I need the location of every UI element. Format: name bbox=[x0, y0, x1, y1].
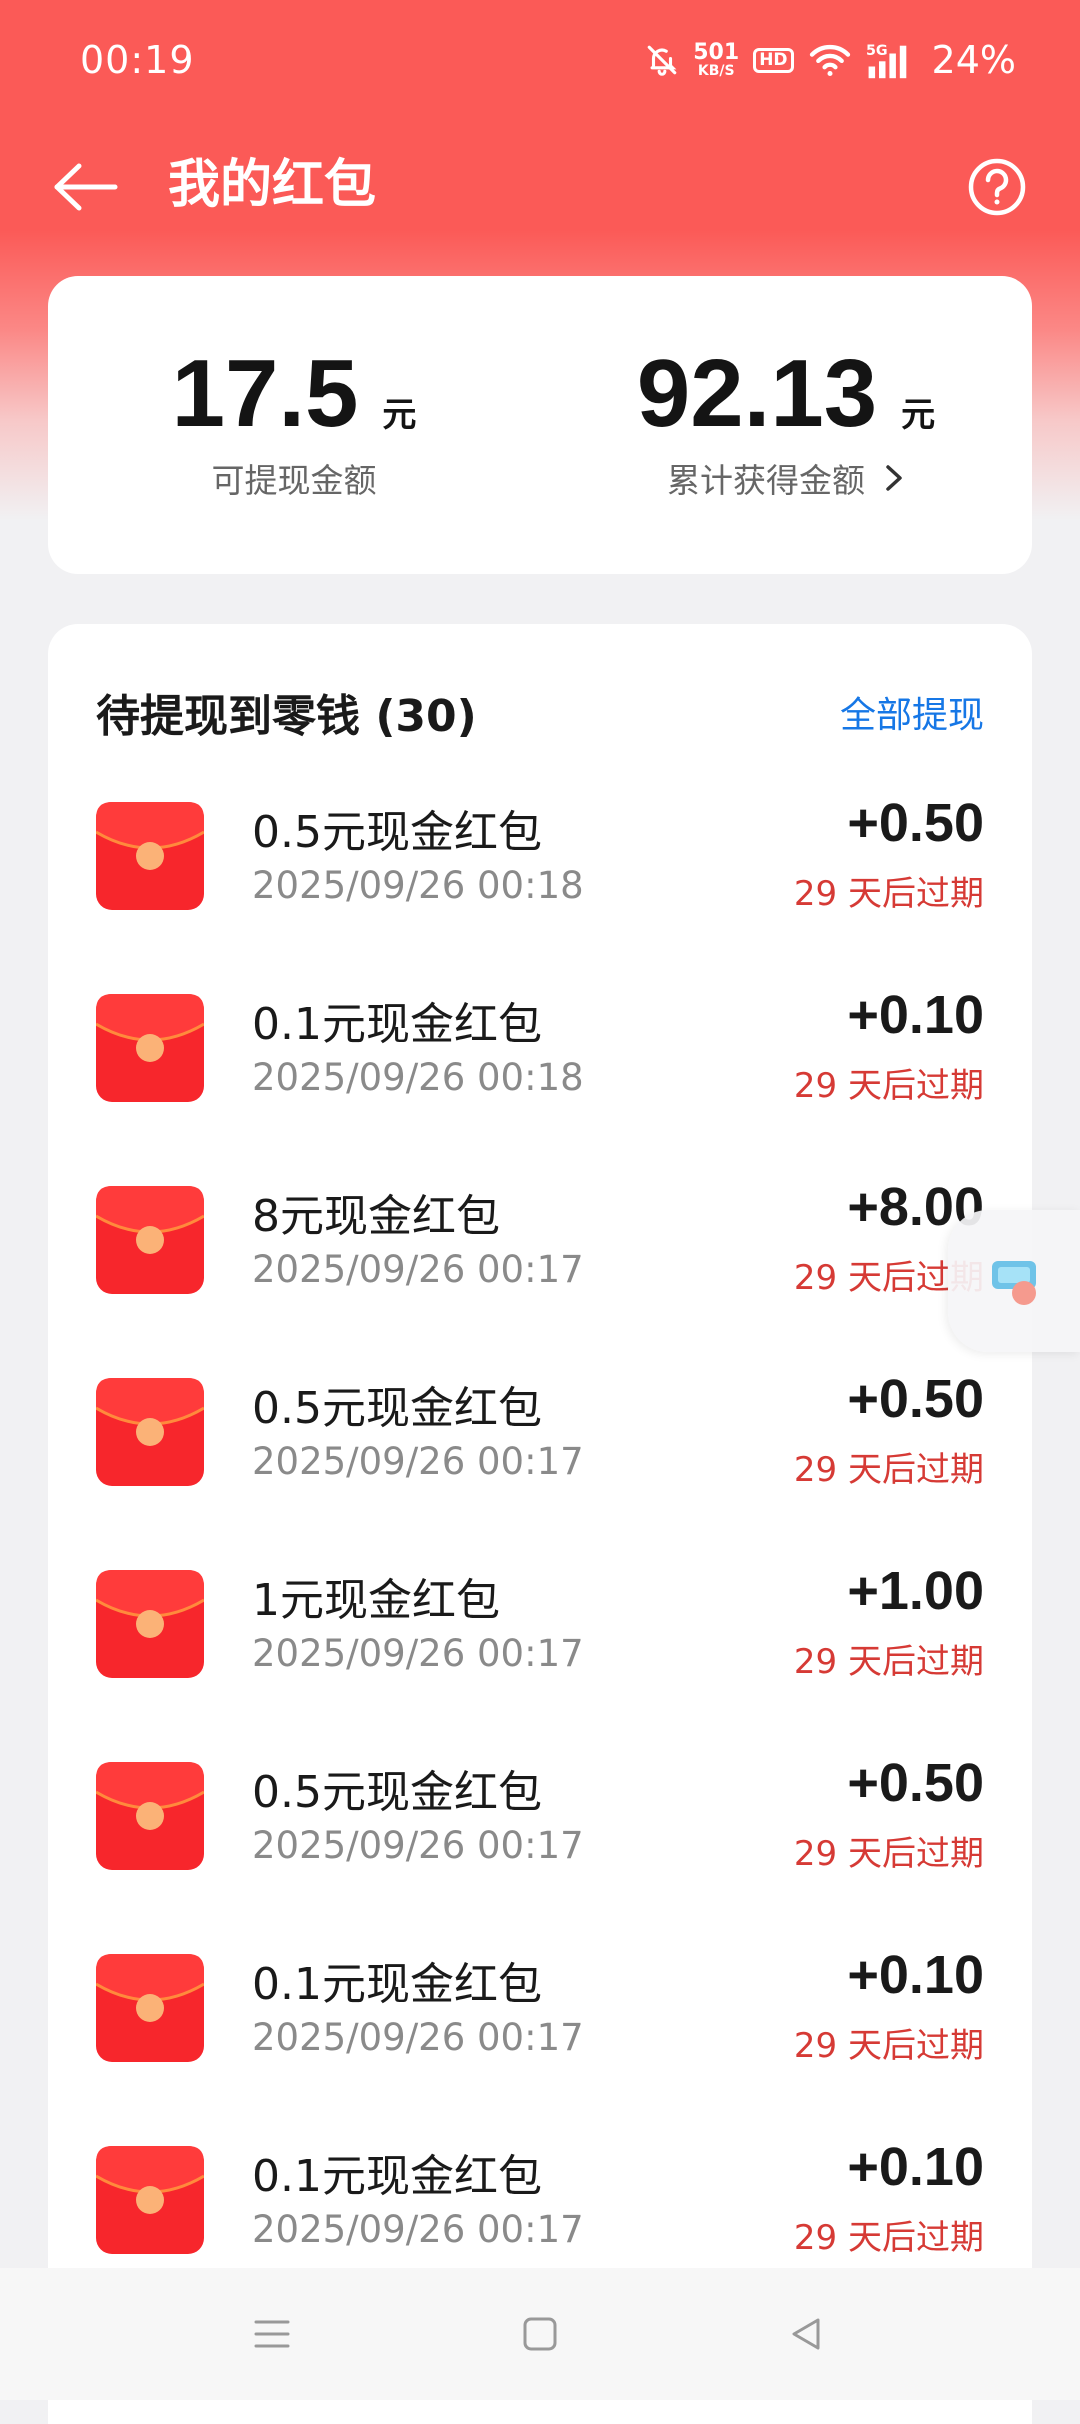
nav-back-button[interactable] bbox=[776, 2304, 836, 2364]
status-bar: 00:19 501 KB/S HD 5G 24% bbox=[0, 0, 1080, 120]
item-time: 2025/09/26 00:17 bbox=[252, 2016, 584, 2059]
status-time: 00:19 bbox=[80, 38, 195, 82]
total-earned[interactable]: 92.13 元 累计获得金额 bbox=[540, 346, 1032, 502]
item-expiry: 29 天后过期 bbox=[793, 1642, 984, 1682]
red-packet-item[interactable]: 0.5元现金红包 2025/09/26 00:17 +0.50 29 天后过期 bbox=[48, 1744, 1032, 1936]
item-time: 2025/09/26 00:17 bbox=[252, 1632, 584, 1675]
battery-level: 24% bbox=[931, 38, 1016, 82]
back-button[interactable] bbox=[46, 152, 126, 222]
red-packet-item[interactable]: 0.1元现金红包 2025/09/26 00:18 +0.10 29 天后过期 bbox=[48, 976, 1032, 1168]
red-packet-item[interactable]: 0.1元现金红包 2025/09/26 00:17 +0.10 29 天后过期 bbox=[48, 1936, 1032, 2128]
item-title: 0.1元现金红包 bbox=[252, 999, 542, 1050]
item-amount: +1.00 bbox=[847, 1561, 984, 1621]
item-title: 0.5元现金红包 bbox=[252, 807, 542, 858]
signal-icon: 5G bbox=[866, 40, 918, 80]
total-earned-unit: 元 bbox=[901, 395, 936, 435]
item-amount: +0.50 bbox=[847, 1369, 984, 1429]
floating-assistant-button[interactable] bbox=[948, 1210, 1080, 1352]
pending-list-card: 待提现到零钱 (30) 全部提现 0.5元现金红包 2025/09/26 00:… bbox=[48, 624, 1032, 2424]
red-packet-item[interactable]: 0.5元现金红包 2025/09/26 00:17 +0.50 29 天后过期 bbox=[48, 1360, 1032, 1552]
total-earned-label: 累计获得金额 bbox=[667, 461, 865, 500]
total-earned-value: 92.13 bbox=[636, 340, 878, 447]
item-amount: +0.50 bbox=[847, 793, 984, 853]
item-amount: +0.50 bbox=[847, 1753, 984, 1813]
item-time: 2025/09/26 00:17 bbox=[252, 1248, 584, 1291]
arrow-left-icon bbox=[54, 163, 118, 211]
red-envelope-icon bbox=[96, 1762, 204, 1870]
red-envelope-icon bbox=[96, 2146, 204, 2254]
item-time: 2025/09/26 00:18 bbox=[252, 864, 584, 907]
assistant-icon bbox=[992, 1261, 1036, 1305]
item-time: 2025/09/26 00:17 bbox=[252, 1824, 584, 1867]
withdraw-all-button[interactable]: 全部提现 bbox=[840, 686, 984, 738]
bell-muted-icon bbox=[645, 43, 679, 77]
question-circle-icon bbox=[968, 158, 1026, 216]
item-title: 0.1元现金红包 bbox=[252, 2151, 542, 2202]
item-title: 1元现金红包 bbox=[252, 1575, 500, 1626]
red-packet-item[interactable]: 1元现金红包 2025/09/26 00:17 +1.00 29 天后过期 bbox=[48, 1552, 1032, 1744]
red-envelope-icon bbox=[96, 994, 204, 1102]
item-amount: +0.10 bbox=[847, 1945, 984, 2005]
app-header: 我的红包 bbox=[0, 130, 1080, 240]
pending-list: 0.5元现金红包 2025/09/26 00:18 +0.50 29 天后过期 … bbox=[48, 784, 1032, 2320]
total-earned-link[interactable]: 累计获得金额 bbox=[540, 454, 1032, 502]
system-nav-bar bbox=[0, 2268, 1080, 2400]
red-envelope-icon bbox=[96, 1186, 204, 1294]
item-title: 0.5元现金红包 bbox=[252, 1383, 542, 1434]
nav-home-button[interactable] bbox=[510, 2304, 570, 2364]
red-packet-item[interactable]: 0.5元现金红包 2025/09/26 00:18 +0.50 29 天后过期 bbox=[48, 784, 1032, 976]
item-expiry: 29 天后过期 bbox=[793, 2218, 984, 2258]
item-time: 2025/09/26 00:18 bbox=[252, 1056, 584, 1099]
help-button[interactable] bbox=[962, 152, 1032, 222]
item-expiry: 29 天后过期 bbox=[793, 2026, 984, 2066]
chevron-right-icon bbox=[886, 465, 902, 491]
red-packet-item[interactable]: 8元现金红包 2025/09/26 00:17 +8.00 29 天后过期 bbox=[48, 1168, 1032, 1360]
withdrawable-label: 可提现金额 bbox=[211, 461, 377, 500]
item-expiry: 29 天后过期 bbox=[793, 1066, 984, 1106]
withdrawable-value: 17.5 bbox=[171, 340, 359, 447]
red-envelope-icon bbox=[96, 802, 204, 910]
item-title: 0.1元现金红包 bbox=[252, 1959, 542, 2010]
network-speed: 501 KB/S bbox=[693, 40, 740, 79]
red-envelope-icon bbox=[96, 1570, 204, 1678]
network-type-label: 5G bbox=[866, 43, 888, 59]
withdrawable-amount: 17.5 元 可提现金额 bbox=[48, 346, 540, 502]
back-triangle-icon bbox=[792, 2318, 820, 2350]
item-time: 2025/09/26 00:17 bbox=[252, 2208, 584, 2251]
wifi-icon bbox=[808, 42, 852, 78]
item-expiry: 29 天后过期 bbox=[793, 1450, 984, 1490]
nav-menu-button[interactable] bbox=[242, 2304, 302, 2364]
home-square-icon bbox=[523, 2317, 557, 2351]
red-envelope-icon bbox=[96, 1954, 204, 2062]
balance-summary-card: 17.5 元 可提现金额 92.13 元 累计获得金额 bbox=[48, 276, 1032, 574]
pending-list-title: 待提现到零钱 (30) bbox=[96, 691, 477, 742]
item-title: 8元现金红包 bbox=[252, 1191, 500, 1242]
hd-badge: HD bbox=[753, 47, 794, 73]
page-title: 我的红包 bbox=[168, 155, 377, 215]
item-time: 2025/09/26 00:17 bbox=[252, 1440, 584, 1483]
status-icons: 501 KB/S HD 5G 24% bbox=[645, 36, 1016, 84]
item-amount: +0.10 bbox=[847, 985, 984, 1045]
item-amount: +0.10 bbox=[847, 2137, 984, 2197]
item-title: 0.5元现金红包 bbox=[252, 1767, 542, 1818]
withdrawable-unit: 元 bbox=[382, 395, 417, 435]
item-expiry: 29 天后过期 bbox=[793, 1834, 984, 1874]
item-expiry: 29 天后过期 bbox=[793, 874, 984, 914]
red-envelope-icon bbox=[96, 1378, 204, 1486]
menu-icon bbox=[254, 2320, 290, 2348]
